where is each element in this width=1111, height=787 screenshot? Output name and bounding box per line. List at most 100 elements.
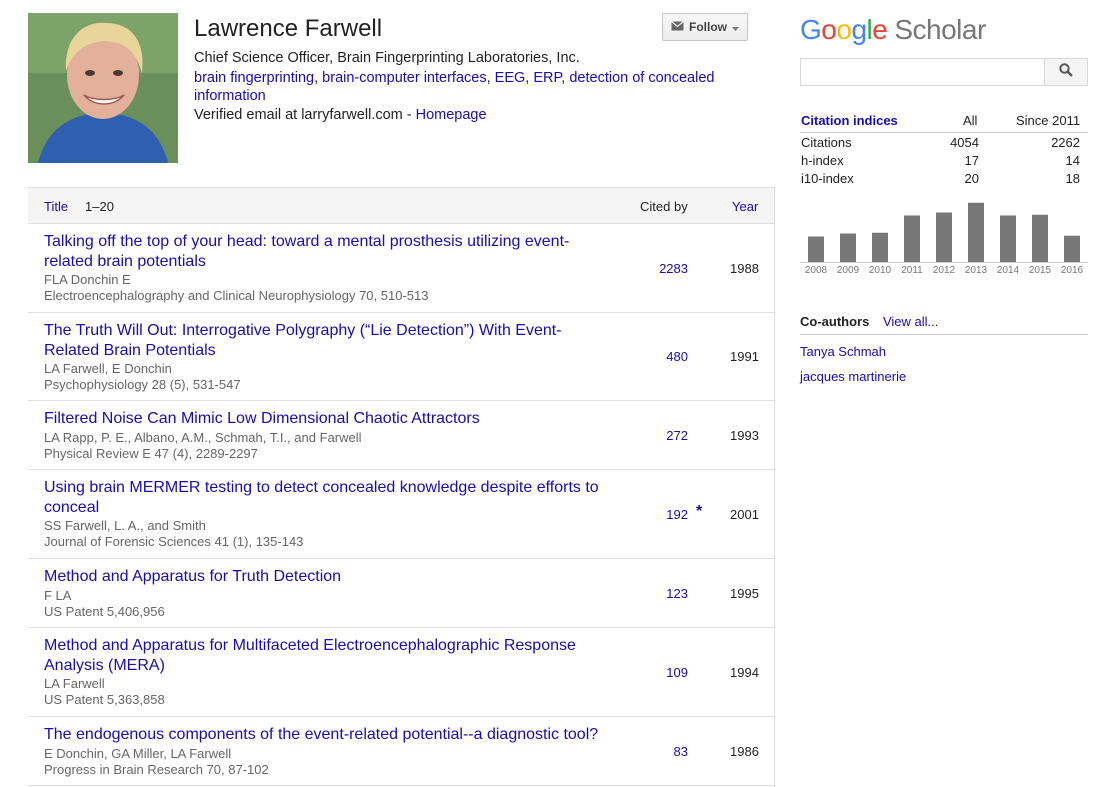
index-label: i10-index [801, 171, 854, 186]
chart-bar[interactable] [1032, 214, 1048, 262]
publication-title-link[interactable]: Filtered Noise Can Mimic Low Dimensional… [44, 409, 609, 429]
publications-table: Title 1–20 Cited by Year Talking off the… [28, 187, 775, 787]
publication-authors: LA Farwell, E Donchin [44, 361, 172, 376]
chart-bar[interactable] [1000, 215, 1016, 263]
publication-year: 1994 [730, 665, 759, 680]
cited-by-link[interactable]: 109 [666, 665, 688, 680]
cited-by-link[interactable]: 2283 [659, 261, 688, 276]
follow-button[interactable]: Follow [662, 13, 748, 41]
logo-google-word: Google [800, 14, 888, 45]
view-all-coauthors-link[interactable]: View all... [883, 314, 938, 329]
publication-authors: LA Farwell [44, 676, 105, 691]
logo-letter: G [800, 14, 822, 45]
chart-bar[interactable] [808, 236, 824, 263]
interest-link[interactable]: EEG [495, 70, 526, 86]
profile-affiliation: Chief Science Officer, Brain Fingerprint… [194, 50, 580, 66]
index-label: Citations [801, 135, 852, 150]
cited-by-link[interactable]: 192 [666, 507, 688, 522]
coauthors-title: Co-authors [800, 314, 870, 329]
column-since: Since 2011 [1016, 113, 1081, 128]
chart-tick-label: 2010 [869, 265, 892, 276]
search-bar [800, 58, 1088, 86]
chart-tick-label: 2014 [997, 265, 1020, 276]
homepage-link[interactable]: Homepage [416, 107, 487, 123]
logo-letter: e [872, 14, 888, 45]
sort-by-year[interactable]: Year [732, 199, 758, 214]
publication-venue: US Patent 5,363,858 [44, 692, 165, 707]
search-input[interactable] [800, 58, 1044, 86]
publication-authors: FLA Donchin E [44, 272, 131, 287]
profile-photo [28, 13, 178, 163]
profile-name: Lawrence Farwell [194, 15, 383, 42]
logo-letter: o [821, 14, 837, 45]
google-scholar-logo[interactable]: Google Scholar [800, 14, 986, 46]
publication-authors: E Donchin, GA Miller, LA Farwell [44, 746, 232, 761]
chart-tick-label: 2012 [933, 265, 956, 276]
chart-tick-label: 2008 [805, 265, 828, 276]
publication-year: 2001 [730, 507, 759, 522]
table-row: The endogenous components of the event-r… [28, 717, 774, 786]
publication-year: 1993 [730, 428, 759, 443]
interest-link[interactable]: brain fingerprinting [194, 70, 314, 86]
chart-bar[interactable] [968, 202, 984, 262]
publication-title-link[interactable]: The endogenous components of the event-r… [44, 725, 609, 745]
chart-tick-label: 2009 [837, 265, 860, 276]
logo-letter: g [851, 14, 867, 45]
cited-by-link[interactable]: 480 [666, 349, 688, 364]
merged-citation-marker: * [696, 503, 703, 520]
logo-scholar-word: Scholar [894, 14, 986, 45]
table-row: Filtered Noise Can Mimic Low Dimensional… [28, 401, 774, 470]
index-all: 20 [964, 171, 979, 186]
chart-tick-label: 2015 [1029, 265, 1052, 276]
citation-row: Citations 4054 2262 [800, 135, 1080, 153]
publication-year: 1991 [730, 349, 759, 364]
citation-row: h-index 17 14 [800, 153, 1080, 171]
chart-bar[interactable] [840, 233, 856, 263]
email-icon [671, 20, 684, 34]
cited-by-link[interactable]: 83 [674, 744, 688, 759]
publication-year: 1988 [730, 261, 759, 276]
index-all: 4054 [950, 135, 979, 150]
chart-tick-label: 2011 [901, 265, 923, 276]
publication-title-link[interactable]: Using brain MERMER testing to detect con… [44, 478, 609, 517]
profile-interests: brain fingerprinting, brain-computer int… [194, 70, 715, 104]
sort-by-title[interactable]: Title [44, 199, 68, 214]
publication-venue: US Patent 5,406,956 [44, 604, 165, 619]
publication-authors: F LA [44, 588, 72, 603]
coauthor-link[interactable]: jacques martinerie [800, 369, 906, 384]
index-since: 18 [1065, 171, 1080, 186]
publication-title-link[interactable]: The Truth Will Out: Interrogative Polygr… [44, 321, 609, 360]
citations-per-year-chart: 2008 2009 2010 2011 2012 2013 2014 2015 2016 [800, 202, 1088, 276]
cited-by-link[interactable]: 123 [666, 586, 688, 601]
publication-title-link[interactable]: Method and Apparatus for Truth Detection [44, 567, 609, 587]
column-all: All [963, 113, 978, 128]
publication-venue: Psychophysiology 28 (5), 531-547 [44, 377, 241, 392]
table-row: Method and Apparatus for Truth Detection… [28, 559, 774, 628]
verified-email: Verified email at larryfarwell.com - Hom… [194, 107, 487, 123]
table-header: Title 1–20 Cited by Year [28, 187, 774, 224]
publication-venue: Progress in Brain Research 70, 87-102 [44, 762, 269, 777]
chart-bar[interactable] [1064, 235, 1080, 262]
chart-bar[interactable] [904, 215, 920, 263]
index-since: 14 [1065, 153, 1080, 168]
chart-tick-label: 2013 [965, 265, 988, 276]
coauthor-link[interactable]: Tanya Schmah [800, 344, 886, 359]
caret-down-icon [732, 20, 739, 34]
publication-year: 1995 [730, 586, 759, 601]
sort-by-cited[interactable]: Cited by [640, 199, 688, 214]
interest-link[interactable]: ERP [533, 70, 561, 86]
publication-title-link[interactable]: Talking off the top of your head: toward… [44, 232, 609, 271]
table-row: Talking off the top of your head: toward… [28, 224, 774, 313]
cited-by-link[interactable]: 272 [666, 428, 688, 443]
citation-indices-title[interactable]: Citation indices [801, 113, 898, 128]
chart-bar[interactable] [936, 212, 952, 263]
publication-year: 1986 [730, 744, 759, 759]
publication-title-link[interactable]: Method and Apparatus for Multifaceted El… [44, 636, 609, 675]
table-row: Method and Apparatus for Multifaceted El… [28, 628, 774, 717]
chart-bar[interactable] [872, 232, 888, 262]
results-range: 1–20 [85, 199, 114, 214]
interest-link[interactable]: brain-computer interfaces [322, 70, 486, 86]
search-button[interactable] [1044, 58, 1088, 86]
table-row: The Truth Will Out: Interrogative Polygr… [28, 313, 774, 401]
citation-row: i10-index 20 18 [800, 171, 1080, 189]
